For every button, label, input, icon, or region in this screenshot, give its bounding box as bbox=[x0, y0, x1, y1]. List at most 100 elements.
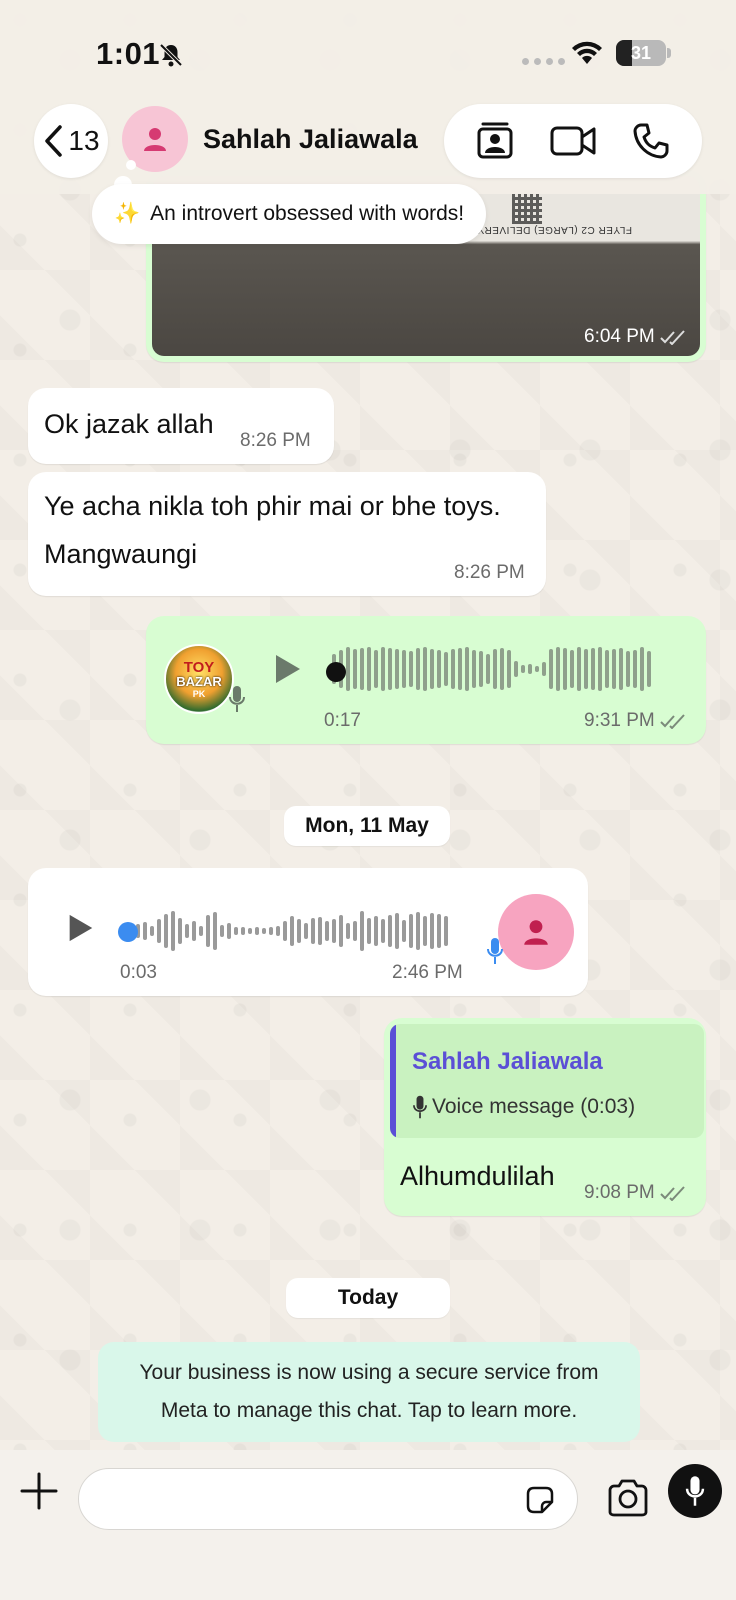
call-actions bbox=[444, 104, 702, 178]
incoming-message[interactable]: Ok jazak allah 8:26 PM bbox=[28, 388, 334, 464]
sparkles-icon: ✨ bbox=[114, 202, 141, 225]
date-separator: Mon, 11 May bbox=[284, 806, 450, 846]
waveform-bar bbox=[339, 915, 343, 947]
waveform-bar bbox=[304, 923, 308, 939]
incoming-voice-message[interactable]: 0:03 2:46 PM bbox=[28, 868, 588, 996]
waveform-bar bbox=[374, 916, 378, 946]
unread-count: 13 bbox=[68, 125, 100, 156]
bell-muted-icon bbox=[159, 43, 183, 67]
date-separator: Today bbox=[286, 1278, 450, 1318]
message-text: Alhumdulilah bbox=[400, 1161, 555, 1191]
back-button[interactable]: 13 bbox=[34, 104, 108, 178]
incoming-message[interactable]: Ye acha nikla toh phir mai or bhe toys. … bbox=[28, 472, 546, 596]
message-time: 9:08 PM bbox=[584, 1182, 688, 1204]
waveform-bar bbox=[395, 649, 399, 689]
waveform-bar bbox=[514, 661, 518, 677]
waveform-bar bbox=[626, 651, 630, 687]
waveform-bar bbox=[283, 921, 287, 941]
message-input[interactable] bbox=[78, 1468, 578, 1530]
play-button[interactable] bbox=[64, 912, 104, 952]
waveform-bar bbox=[318, 917, 322, 945]
message-time: 8:26 PM bbox=[454, 562, 525, 583]
avatar-logo-text: BAZAR bbox=[176, 673, 222, 689]
waveform-bar bbox=[437, 650, 441, 688]
waveform-bar bbox=[374, 650, 378, 688]
waveform-bar bbox=[353, 649, 357, 689]
outgoing-voice-message[interactable]: TOY BAZAR PK 0:17 9:31 PM bbox=[146, 616, 706, 744]
business-system-notice[interactable]: Your business is now using a secure serv… bbox=[98, 1342, 640, 1442]
waveform-bar bbox=[612, 649, 616, 689]
waveform-bar bbox=[458, 648, 462, 690]
mic-icon bbox=[229, 686, 245, 712]
waveform-bar bbox=[584, 649, 588, 689]
waveform-bar bbox=[178, 918, 182, 944]
waveform-bar bbox=[199, 926, 203, 936]
qr-code-graphic bbox=[512, 194, 542, 224]
quoted-message[interactable]: Sahlah Jaliawala Voice message (0:03) bbox=[390, 1024, 704, 1138]
waveform-bar bbox=[409, 914, 413, 948]
record-voice-button[interactable] bbox=[668, 1464, 722, 1518]
wifi-icon bbox=[572, 41, 602, 64]
phone-icon bbox=[633, 123, 669, 159]
message-text: Ok jazak allah bbox=[44, 409, 214, 439]
waveform-bar bbox=[388, 915, 392, 947]
message-composer bbox=[0, 1450, 736, 1600]
waveform-bar bbox=[500, 648, 504, 690]
playback-scrubber[interactable] bbox=[118, 922, 138, 942]
attach-plus-button[interactable] bbox=[18, 1470, 60, 1512]
play-icon bbox=[276, 655, 300, 683]
battery-level: 31 bbox=[630, 43, 652, 63]
waveform-bar bbox=[157, 919, 161, 943]
contact-card-button[interactable] bbox=[470, 116, 520, 166]
quote-accent-bar bbox=[390, 1024, 396, 1138]
avatar-logo-text: TOY bbox=[183, 658, 215, 676]
waveform-bar bbox=[472, 650, 476, 688]
contact-card-icon bbox=[477, 122, 513, 159]
waveform-bar bbox=[430, 649, 434, 689]
waveform-bar bbox=[276, 926, 280, 936]
waveform-bar bbox=[528, 664, 532, 674]
waveform-bar bbox=[591, 648, 595, 690]
notice-line: Meta to manage this chat. Tap to learn m… bbox=[160, 1399, 578, 1422]
playback-scrubber[interactable] bbox=[326, 662, 346, 682]
waveform-bar bbox=[444, 916, 448, 946]
waveform-bar bbox=[437, 914, 441, 948]
waveform-bar bbox=[346, 647, 350, 691]
waveform-bar bbox=[192, 921, 196, 941]
waveform-bar bbox=[521, 665, 525, 673]
voice-call-button[interactable] bbox=[626, 116, 676, 166]
status-time: 1:01 bbox=[96, 36, 161, 71]
waveform-bar bbox=[451, 649, 455, 689]
waveform-bar bbox=[227, 923, 231, 939]
video-call-button[interactable] bbox=[548, 116, 598, 166]
video-call-icon bbox=[550, 126, 596, 156]
waveform-bar bbox=[241, 927, 245, 935]
waveform-bar bbox=[563, 648, 567, 690]
waveform-bar bbox=[570, 650, 574, 688]
sticker-icon[interactable] bbox=[524, 1484, 556, 1516]
message-text-line: Ye acha nikla toh phir mai or bhe toys. bbox=[44, 491, 501, 521]
waveform-bar bbox=[367, 647, 371, 691]
voice-waveform[interactable] bbox=[332, 644, 651, 694]
double-check-icon bbox=[660, 1186, 685, 1201]
message-time: 6:04 PM bbox=[584, 326, 688, 348]
message-text-line: Mangwaungi bbox=[44, 539, 198, 569]
message-time: 9:31 PM bbox=[584, 710, 688, 732]
notice-line: Your business is now using a secure serv… bbox=[139, 1361, 599, 1384]
play-icon bbox=[69, 914, 93, 942]
waveform-bar bbox=[388, 648, 392, 690]
waveform-bar bbox=[360, 911, 364, 951]
camera-icon[interactable] bbox=[606, 1478, 650, 1518]
double-check-icon bbox=[660, 330, 685, 345]
play-button[interactable] bbox=[270, 652, 310, 692]
message-time: 2:46 PM bbox=[392, 962, 463, 983]
contact-name[interactable]: Sahlah Jaliawala bbox=[203, 124, 418, 155]
waveform-bar bbox=[465, 647, 469, 691]
contact-status-tip[interactable]: ✨ An introvert obsessed with words! bbox=[92, 184, 487, 244]
waveform-bar bbox=[171, 911, 175, 951]
waveform-bar bbox=[367, 918, 371, 944]
waveform-bar bbox=[416, 648, 420, 690]
waveform-bar bbox=[549, 649, 553, 689]
voice-waveform[interactable] bbox=[136, 906, 448, 956]
waveform-bar bbox=[262, 928, 266, 934]
